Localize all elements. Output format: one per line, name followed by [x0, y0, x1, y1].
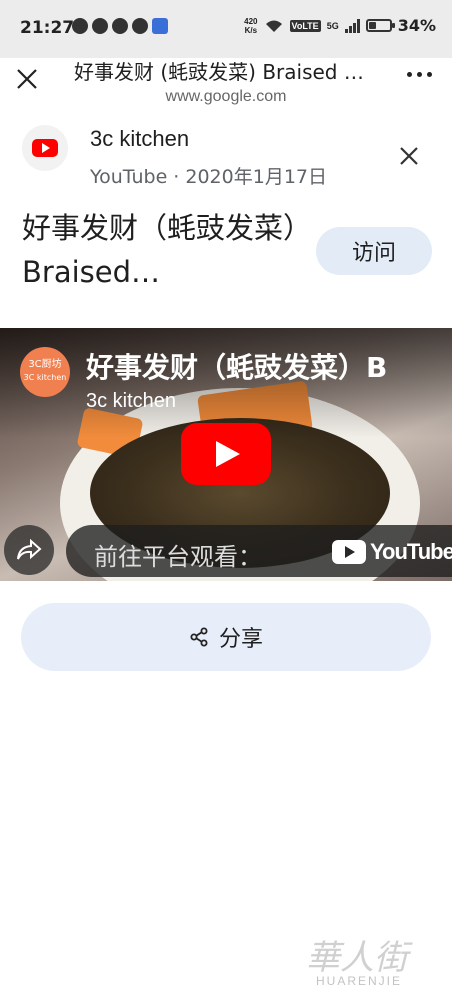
net-speed-unit: K/s: [244, 25, 258, 35]
wifi-icon: [265, 20, 282, 32]
youtube-logo-text: YouTube: [370, 539, 452, 564]
watermark-en: HUARENJIE: [316, 974, 403, 988]
watermark-cn: 華人街: [306, 938, 408, 978]
avatar-line-2: 3C kitchen: [23, 373, 67, 382]
status-right: 420 K/s VoLTE 5G 34%: [244, 16, 436, 35]
watch-on-platform-text: 前往平台观看：: [94, 543, 262, 571]
notification-icons: [72, 18, 168, 34]
app-icon: [112, 18, 128, 34]
video-title[interactable]: 好事发财（蚝豉发菜）Braised…: [22, 206, 302, 294]
network-type: 5G: [326, 20, 339, 31]
news-app-icon: [152, 18, 168, 34]
share-button[interactable]: 分享: [21, 603, 431, 671]
app-icon: [132, 18, 148, 34]
watermark-logo: 華人街 HUARENJIE: [300, 930, 450, 990]
page-title: 好事发财 (蚝豉发菜) Braised Dried Oysters: [74, 60, 374, 84]
close-card-icon[interactable]: [398, 145, 420, 167]
status-time: 21:27: [20, 18, 75, 38]
youtube-play-icon: [32, 139, 58, 157]
visit-button[interactable]: 访问: [316, 227, 432, 275]
dot-icon: [427, 72, 432, 77]
dot-icon: [417, 72, 422, 77]
battery-icon: [365, 19, 395, 32]
volte-badge: VoLTE: [289, 19, 321, 32]
net-speed-value: 420: [244, 16, 258, 26]
youtube-logo-icon: [22, 125, 68, 171]
video-overlay-title[interactable]: 好事发财（蚝豉发菜）B: [86, 346, 452, 386]
channel-name: 3c kitchen: [90, 126, 190, 151]
avatar-line-1: 3C厨坊: [28, 359, 62, 370]
more-options-button[interactable]: [407, 72, 432, 77]
channel-avatar[interactable]: 3C厨坊 3C kitchen: [20, 347, 70, 397]
video-overlay-channel[interactable]: 3c kitchen: [86, 390, 176, 413]
share-arrow-icon: [17, 539, 42, 560]
battery-fill: [368, 22, 376, 29]
video-share-button[interactable]: [4, 525, 54, 575]
watch-on-youtube-bar[interactable]: 前往平台观看： YouTube: [66, 525, 452, 577]
net-speed: 420 K/s: [244, 17, 257, 35]
dot-icon: [407, 72, 412, 77]
play-button[interactable]: [181, 423, 271, 485]
page-url: www.google.com: [165, 88, 287, 105]
share-icon: [190, 627, 208, 647]
battery-percent: 34%: [397, 16, 436, 35]
channel-meta: YouTube · 2020年1月17日: [90, 166, 327, 188]
chat-icon: [92, 18, 108, 34]
youtube-logo: YouTube: [332, 539, 452, 565]
status-bar: 21:27 420 K/s VoLTE 5G 34%: [0, 0, 452, 58]
notification-icon: [72, 18, 88, 34]
signal-icon: [344, 18, 360, 33]
share-label: 分享: [218, 627, 263, 652]
video-player[interactable]: 3C厨坊 3C kitchen 好事发财（蚝豉发菜）B 3c kitchen 前…: [0, 328, 452, 581]
youtube-icon: [332, 540, 366, 564]
